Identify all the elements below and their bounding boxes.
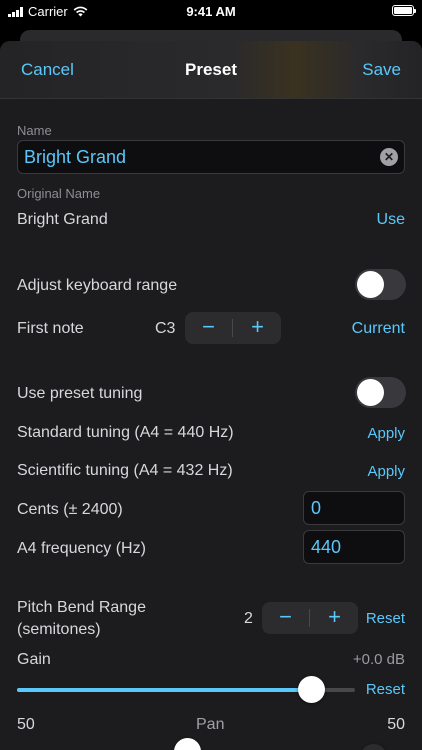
- pan-right-value: 50: [387, 716, 405, 733]
- name-field[interactable]: ✕: [17, 140, 405, 174]
- name-input[interactable]: [24, 141, 364, 173]
- pan-slider-thumb[interactable]: [174, 738, 201, 750]
- first-note-increment-button[interactable]: +: [234, 312, 281, 344]
- a4-frequency-label: A4 frequency (Hz): [17, 540, 146, 557]
- preset-sheet: Cancel Preset Save Name ✕ Original Name …: [0, 41, 422, 750]
- gain-slider-thumb[interactable]: [297, 676, 325, 703]
- gain-reset-button[interactable]: Reset: [366, 681, 405, 698]
- pitch-bend-value: 2: [244, 610, 253, 627]
- a4-frequency-field[interactable]: [303, 530, 405, 564]
- page-title: Preset: [185, 60, 237, 79]
- gain-slider-fill: [17, 688, 311, 692]
- pitch-bend-decrement-button[interactable]: −: [262, 602, 309, 634]
- pitch-bend-label-line1: Pitch Bend Range: [17, 599, 146, 616]
- scientific-tuning-label: Scientific tuning (A4 = 432 Hz): [17, 462, 233, 479]
- first-note-stepper: − +: [185, 312, 281, 344]
- pitch-bend-label-line2: (semitones): [17, 621, 101, 638]
- navigation-bar: Cancel Preset Save: [0, 41, 422, 99]
- battery-icon: [392, 5, 416, 16]
- adjust-keyboard-range-toggle[interactable]: [355, 269, 406, 300]
- save-button[interactable]: Save: [362, 60, 401, 80]
- original-name-value: Bright Grand: [17, 211, 108, 228]
- pan-reset-indicator: [360, 744, 387, 750]
- clear-text-icon[interactable]: ✕: [380, 148, 398, 166]
- standard-tuning-apply-button[interactable]: Apply: [367, 425, 405, 442]
- cents-field[interactable]: [303, 491, 405, 525]
- use-button[interactable]: Use: [377, 211, 405, 229]
- gain-value: +0.0 dB: [352, 651, 405, 668]
- cents-input[interactable]: [311, 492, 399, 524]
- pan-label: Pan: [196, 716, 225, 733]
- standard-tuning-label: Standard tuning (A4 = 440 Hz): [17, 424, 234, 441]
- name-label: Name: [17, 123, 52, 138]
- status-bar: Carrier 9:41 AM: [0, 0, 422, 24]
- status-time: 9:41 AM: [186, 4, 236, 19]
- use-preset-tuning-toggle[interactable]: [355, 377, 406, 408]
- pitch-bend-increment-button[interactable]: +: [311, 602, 358, 634]
- first-note-value: C3: [155, 320, 176, 337]
- pitch-bend-stepper: − +: [262, 602, 358, 634]
- use-preset-tuning-label: Use preset tuning: [17, 385, 143, 402]
- scientific-tuning-apply-button[interactable]: Apply: [367, 463, 405, 480]
- first-note-decrement-button[interactable]: −: [185, 312, 232, 344]
- cents-label: Cents (± 2400): [17, 501, 123, 518]
- gain-label: Gain: [17, 651, 51, 668]
- a4-frequency-input[interactable]: [311, 531, 399, 563]
- first-note-label: First note: [17, 320, 84, 337]
- original-name-label: Original Name: [17, 186, 101, 201]
- pan-left-value: 50: [17, 716, 35, 733]
- current-button[interactable]: Current: [352, 320, 405, 338]
- pitch-bend-reset-button[interactable]: Reset: [366, 610, 405, 627]
- adjust-keyboard-range-label: Adjust keyboard range: [17, 277, 178, 294]
